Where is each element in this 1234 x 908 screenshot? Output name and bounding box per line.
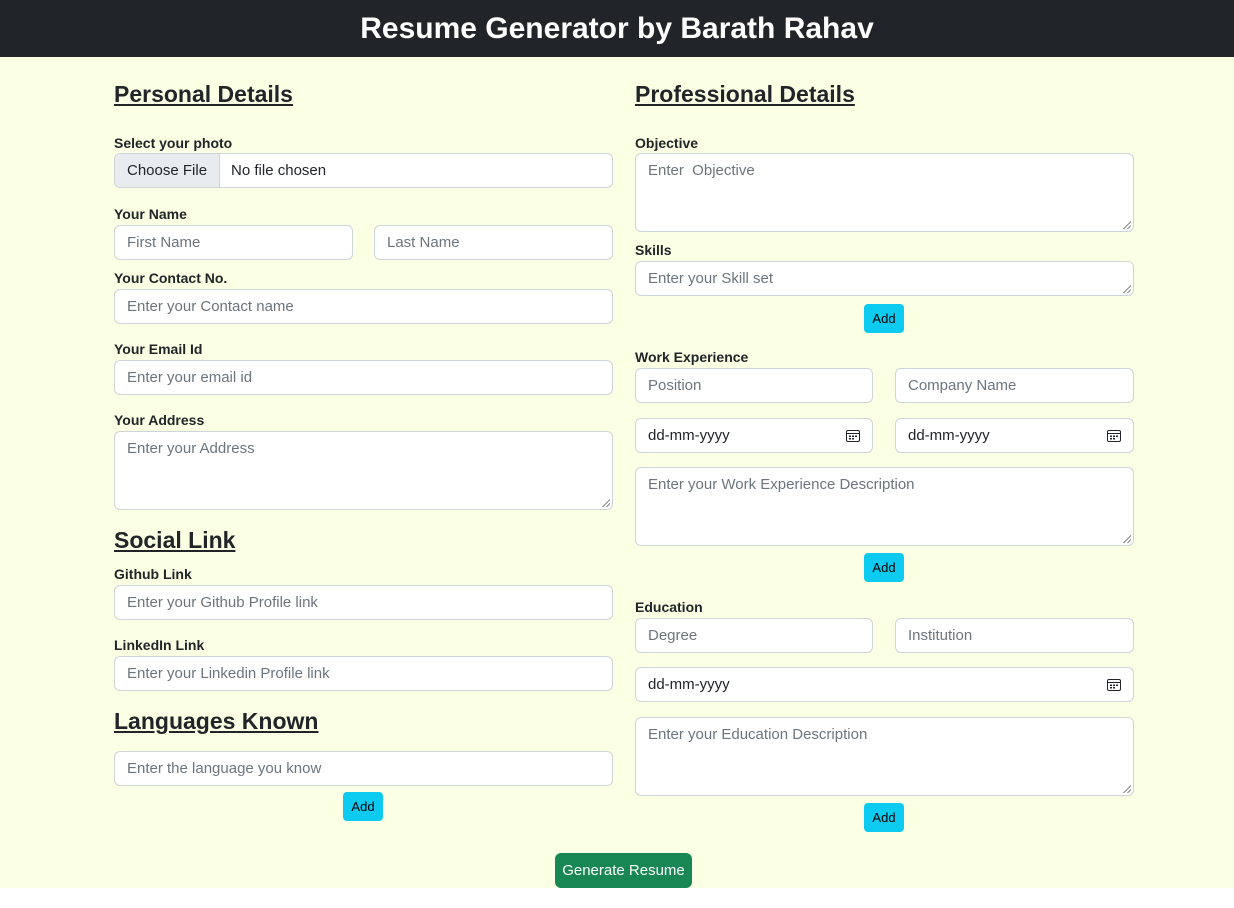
resize-grip-icon[interactable] [1123, 285, 1131, 293]
email-label: Your Email Id [114, 341, 203, 357]
skills-textarea[interactable]: Enter your Skill set [635, 261, 1134, 296]
add-language-button[interactable]: Add [343, 792, 383, 821]
last-name-input[interactable]: Last Name [374, 225, 613, 260]
work-start-date-value: dd-mm-yyyy [648, 427, 730, 444]
app-header: Resume Generator by Barath Rahav [0, 0, 1234, 57]
github-input[interactable]: Enter your Github Profile link [114, 585, 613, 620]
address-textarea[interactable]: Enter your Address [114, 431, 613, 510]
linkedin-input[interactable]: Enter your Linkedin Profile link [114, 656, 613, 691]
resize-grip-icon[interactable] [1123, 535, 1131, 543]
professional-details-heading: Professional Details [635, 81, 855, 107]
contact-input[interactable]: Enter your Contact name [114, 289, 613, 324]
work-experience-label: Work Experience [635, 349, 749, 365]
work-end-date-value: dd-mm-yyyy [908, 427, 990, 444]
work-description-textarea[interactable]: Enter your Work Experience Description [635, 467, 1134, 546]
skills-placeholder: Enter your Skill set [648, 270, 774, 287]
objective-textarea[interactable]: Enter Objective [635, 153, 1134, 232]
email-input[interactable]: Enter your email id [114, 360, 613, 395]
education-description-placeholder: Enter your Education Description [648, 726, 868, 743]
work-end-date-input[interactable]: dd-mm-yyyy [895, 418, 1134, 453]
contact-label: Your Contact No. [114, 270, 228, 286]
skills-label: Skills [635, 242, 672, 258]
degree-input[interactable]: Degree [635, 618, 873, 653]
languages-heading: Languages Known [114, 708, 319, 734]
photo-file-input[interactable]: Choose File No file chosen [114, 153, 613, 188]
resize-grip-icon[interactable] [1123, 785, 1131, 793]
education-description-textarea[interactable]: Enter your Education Description [635, 717, 1134, 796]
objective-placeholder: Enter Objective [648, 162, 755, 179]
work-description-placeholder: Enter your Work Experience Description [648, 476, 915, 493]
personal-details-heading: Personal Details [114, 81, 293, 107]
github-label: Github Link [114, 566, 192, 582]
position-input[interactable]: Position [635, 368, 873, 403]
resize-grip-icon[interactable] [602, 499, 610, 507]
choose-file-button[interactable]: Choose File [115, 154, 221, 187]
name-label: Your Name [114, 206, 187, 222]
photo-label: Select your photo [114, 135, 233, 151]
calendar-icon[interactable] [1107, 678, 1121, 691]
linkedin-label: LinkedIn Link [114, 637, 205, 653]
address-label: Your Address [114, 412, 205, 428]
generate-resume-button[interactable]: Generate Resume [555, 853, 692, 888]
education-date-input[interactable]: dd-mm-yyyy [635, 667, 1134, 702]
resize-grip-icon[interactable] [1123, 221, 1131, 229]
first-name-input[interactable]: First Name [114, 225, 353, 260]
app-title: Resume Generator by Barath Rahav [360, 11, 874, 45]
education-label: Education [635, 599, 703, 615]
add-work-experience-button[interactable]: Add [864, 553, 904, 582]
company-name-input[interactable]: Company Name [895, 368, 1134, 403]
education-date-value: dd-mm-yyyy [648, 676, 730, 693]
social-link-heading: Social Link [114, 527, 236, 553]
work-start-date-input[interactable]: dd-mm-yyyy [635, 418, 873, 453]
objective-label: Objective [635, 135, 699, 151]
language-input[interactable]: Enter the language you know [114, 751, 613, 786]
add-skill-button[interactable]: Add [864, 304, 904, 333]
add-education-button[interactable]: Add [864, 803, 904, 832]
calendar-icon[interactable] [846, 429, 860, 442]
institution-input[interactable]: Institution [895, 618, 1134, 653]
file-status-text: No file chosen [231, 162, 327, 179]
calendar-icon[interactable] [1107, 429, 1121, 442]
address-placeholder: Enter your Address [127, 440, 255, 457]
